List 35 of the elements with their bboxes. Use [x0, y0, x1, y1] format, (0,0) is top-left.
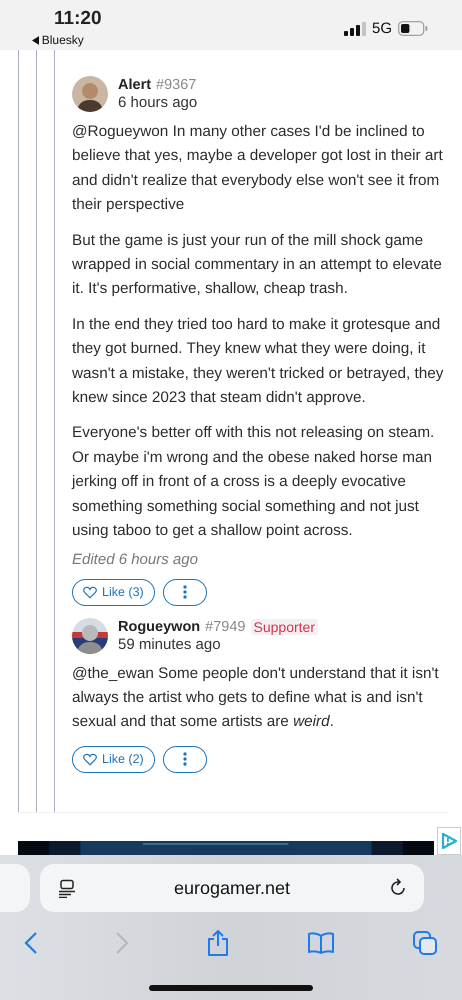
more-dots-icon: [182, 585, 187, 599]
more-options-button[interactable]: [162, 578, 207, 606]
url-text[interactable]: eurogamer.net: [174, 878, 290, 898]
tabs-icon[interactable]: [412, 930, 438, 956]
like-button[interactable]: Like (2): [72, 746, 155, 773]
user-number: #7949: [205, 618, 246, 634]
back-icon[interactable]: [24, 931, 38, 955]
more-options-button[interactable]: [162, 746, 207, 773]
battery-icon: [398, 21, 428, 36]
back-triangle-icon: [32, 36, 39, 44]
comment-time: 59 minutes ago: [118, 636, 221, 652]
comment-time: 6 hours ago: [118, 94, 198, 111]
comment-text: @Rogueywon In many other cases I'd be inclined to believe that yes, maybe a developer got lost in their art and didn't realize that everybody else won't see it from their perspective: [72, 122, 444, 216]
like-button[interactable]: Like (3): [72, 578, 155, 606]
comment-text: But the game is just your run of the mill shock game wrapped in social commentary in an attempt to elevate it. It's performative, shallow, cheap trash.: [72, 230, 443, 300]
heart-icon: [83, 752, 97, 766]
status-time: 11:20: [54, 8, 102, 30]
author-name[interactable]: Rogueywon: [118, 618, 200, 634]
comment-text: In the end they tried too hard to make it grotesque and they got burned. They knew what they were doing, it wasn't a mistake, they weren't tricked or betrayed, they knew since 2023 that steam didn't approve.: [72, 314, 444, 408]
share-icon[interactable]: [206, 929, 230, 957]
address-bar[interactable]: eurogamer.net: [40, 864, 424, 912]
page-menu-icon[interactable]: [58, 878, 76, 898]
supporter-tag: Supporter: [250, 618, 318, 634]
heart-icon: [83, 586, 97, 598]
comment-text: @the_ewan Some people don't understand that it isn't always the artist who gets to define what is and isn't sexual and that some artists are weird.: [72, 664, 440, 732]
book-icon[interactable]: [307, 932, 335, 954]
comment-text: Everyone's better off with this not releasing on steam. Or maybe i'm wrong and the obese naked horse man jerking off in front of a cross is a deeply evocative something something social something and not just using taboo to get a shallow point across.: [72, 423, 436, 542]
author-name[interactable]: Alert: [118, 77, 152, 93]
signal-icon: [344, 22, 366, 36]
more-dots-icon: [182, 752, 187, 766]
edited-note: Edited 6 hours ago: [72, 550, 199, 568]
ad-choices-icon[interactable]: [436, 827, 462, 855]
network-label: 5G: [372, 20, 392, 37]
user-number: #9367: [156, 77, 196, 93]
back-to-app-link[interactable]: Bluesky: [32, 33, 84, 47]
